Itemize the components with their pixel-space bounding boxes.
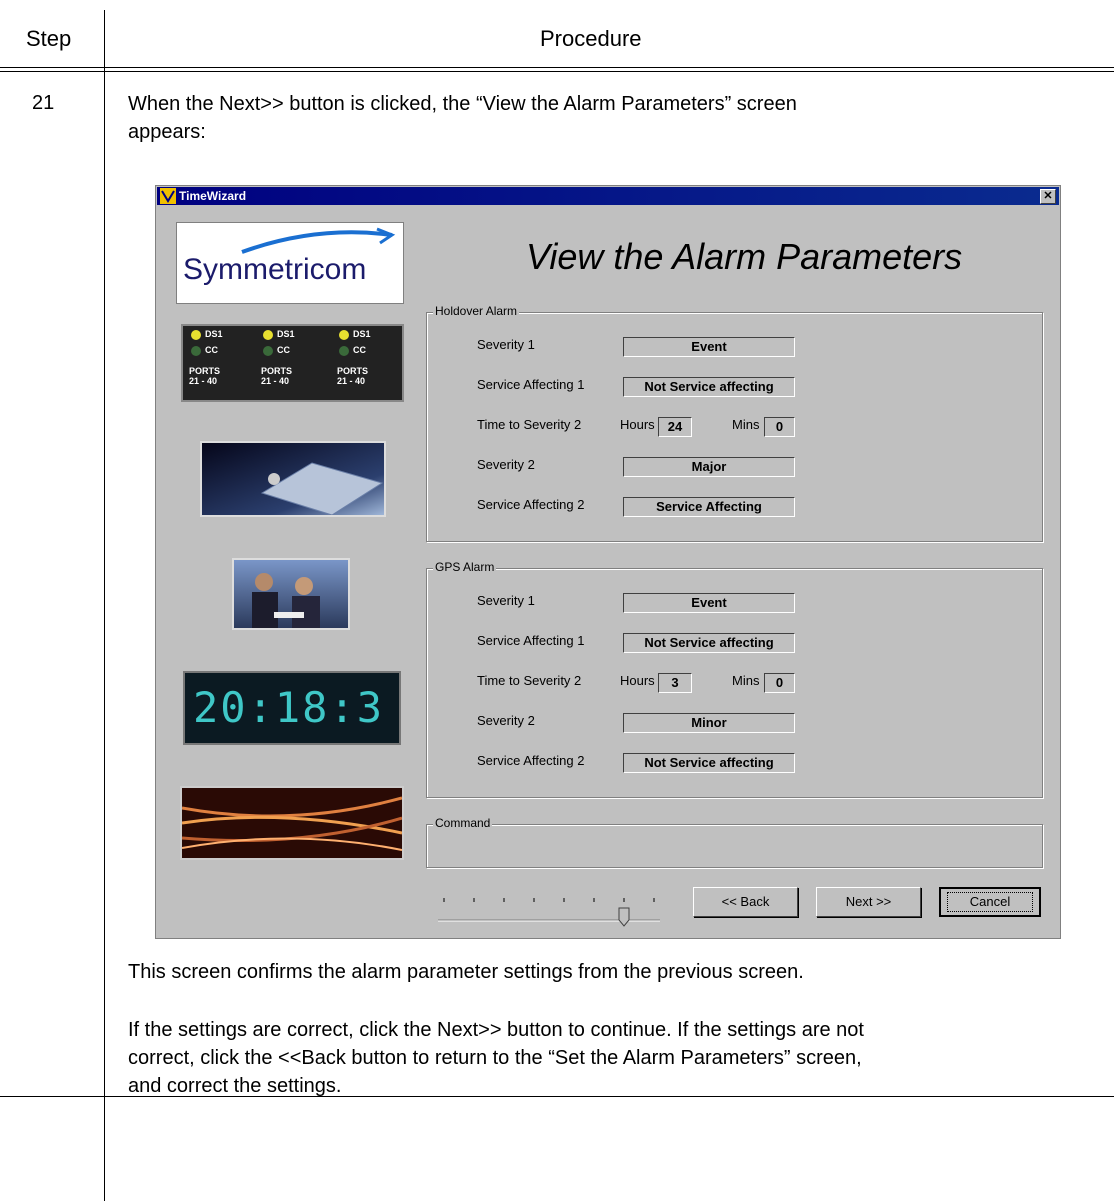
- instructions-line-2: correct, click the <<Back button to retu…: [128, 1047, 862, 1069]
- next-button[interactable]: Next >>: [816, 887, 921, 917]
- panel-label: CC: [205, 345, 218, 355]
- service-affecting1-label: Service Affecting 1: [477, 377, 585, 392]
- clock-text: 20:18:3: [193, 683, 385, 732]
- cables-image: [180, 786, 404, 860]
- panel-label: PORTS: [189, 366, 221, 376]
- mins-field: 0: [764, 417, 795, 437]
- panel-label: 21 - 40: [337, 376, 366, 386]
- instructions-line-1: If the settings are correct, click the N…: [128, 1019, 864, 1041]
- cancel-button[interactable]: Cancel: [939, 887, 1041, 917]
- severity2-label: Severity 2: [477, 713, 535, 728]
- service-affecting2-field: Not Service affecting: [623, 753, 795, 773]
- gps-group-title: GPS Alarm: [433, 560, 497, 574]
- time-to-severity2-label: Time to Severity 2: [477, 673, 582, 688]
- panel-label: DS1: [353, 329, 371, 339]
- hours-field: 24: [658, 417, 692, 437]
- holdover-group-title: Holdover Alarm: [433, 304, 520, 318]
- command-group-title: Command: [433, 816, 493, 830]
- panel-label: DS1: [205, 329, 223, 339]
- service-affecting1-field: Not Service affecting: [623, 377, 795, 397]
- page-heading: View the Alarm Parameters: [526, 236, 963, 277]
- service-affecting2-field: Service Affecting: [623, 497, 795, 517]
- mins-label: Mins: [732, 417, 760, 432]
- header-rule-top: [0, 67, 1114, 68]
- service-affecting1-field: Not Service affecting: [623, 633, 795, 653]
- panel-label: PORTS: [261, 366, 293, 376]
- step-number: 21: [32, 92, 55, 114]
- symmetricom-logo: Symmetricom: [176, 222, 404, 304]
- progress-slider[interactable]: [434, 888, 664, 928]
- severity2-field: Minor: [623, 713, 795, 733]
- led-icon: [263, 330, 273, 340]
- satellite-icon: [260, 462, 384, 516]
- severity1-label: Severity 1: [477, 337, 535, 352]
- led-icon: [339, 346, 349, 356]
- service-affecting1-label: Service Affecting 1: [477, 633, 585, 648]
- holdover-alarm-group: Holdover Alarm Severity 1 Event Service …: [426, 304, 1043, 542]
- ports-panel-image: DS1 CC PORTS 21 - 40 DS1 CC PORTS 21 - 4…: [181, 324, 404, 402]
- panel-label: PORTS: [337, 366, 369, 376]
- command-group: Command: [426, 816, 1043, 868]
- logo-text: Symmetricom: [183, 253, 367, 286]
- column-divider: [104, 10, 105, 1201]
- severity1-field: Event: [623, 593, 795, 613]
- intro-line-1: When the Next>> button is clicked, the “…: [128, 93, 797, 115]
- severity1-field: Event: [623, 337, 795, 357]
- cables-icon: [181, 796, 403, 851]
- severity1-label: Severity 1: [477, 593, 535, 608]
- business-people-image: [232, 558, 350, 630]
- mins-label: Mins: [732, 673, 760, 688]
- slider-thumb[interactable]: [618, 907, 630, 927]
- title-bar: TimeWizard ✕: [157, 187, 1059, 205]
- panel-label: CC: [277, 345, 290, 355]
- instructions-line-3: and correct the settings.: [128, 1075, 342, 1097]
- panel-label: DS1: [277, 329, 295, 339]
- panel-label: 21 - 40: [189, 376, 218, 386]
- led-icon: [191, 330, 201, 340]
- close-button[interactable]: ✕: [1040, 189, 1056, 204]
- timewizard-icon: [160, 188, 176, 204]
- people-icon: [252, 573, 320, 628]
- led-icon: [339, 330, 349, 340]
- window-title: TimeWizard: [179, 189, 247, 203]
- header-rule-bottom: [0, 71, 1114, 72]
- hours-field: 3: [658, 673, 692, 693]
- hours-label: Hours: [620, 417, 655, 432]
- led-icon: [263, 346, 273, 356]
- cancel-button-label: Cancel: [946, 892, 1034, 912]
- procedure-header: Procedure: [540, 26, 642, 51]
- panel-label: 21 - 40: [261, 376, 290, 386]
- mins-field: 0: [764, 673, 795, 693]
- confirm-text: This screen confirms the alarm parameter…: [128, 961, 804, 983]
- service-affecting2-label: Service Affecting 2: [477, 753, 585, 768]
- clock-display: 20:18:3: [183, 671, 401, 745]
- step-header: Step: [26, 26, 72, 51]
- severity2-field: Major: [623, 457, 795, 477]
- back-button[interactable]: << Back: [693, 887, 798, 917]
- gps-alarm-group: GPS Alarm Severity 1 Event Service Affec…: [426, 560, 1043, 798]
- intro-line-2: appears:: [128, 121, 206, 143]
- severity2-label: Severity 2: [477, 457, 535, 472]
- service-affecting2-label: Service Affecting 2: [477, 497, 585, 512]
- timewizard-window: TimeWizard ✕ Symmetricom View the Alarm …: [155, 185, 1061, 939]
- panel-label: CC: [353, 345, 366, 355]
- led-icon: [191, 346, 201, 356]
- hours-label: Hours: [620, 673, 655, 688]
- time-to-severity2-label: Time to Severity 2: [477, 417, 582, 432]
- satellite-image: [200, 441, 386, 517]
